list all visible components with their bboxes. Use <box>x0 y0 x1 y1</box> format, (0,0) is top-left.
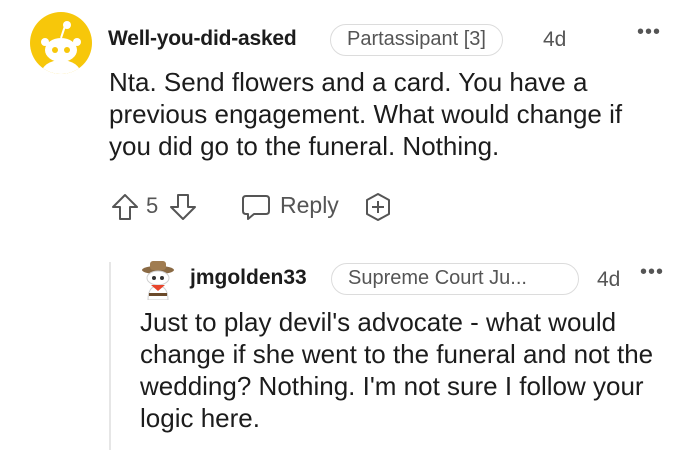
comment-bubble-icon[interactable] <box>240 192 272 222</box>
reply-user-flair: Supreme Court Ju... <box>331 263 579 295</box>
reply-user-avatar[interactable] <box>138 258 178 301</box>
thread-line[interactable] <box>109 262 111 450</box>
vote-count: 5 <box>146 193 159 218</box>
reply-button[interactable]: Reply <box>280 192 339 219</box>
snoo-cowboy-avatar-icon <box>142 261 174 301</box>
snoo-avatar-icon <box>41 21 81 74</box>
upvote-icon[interactable] <box>110 192 140 222</box>
downvote-icon[interactable] <box>168 192 198 222</box>
reply-more-options-icon[interactable]: ••• <box>640 262 664 282</box>
award-plus-icon[interactable] <box>362 191 394 223</box>
comment-body: Nta. Send flowers and a card. You have a… <box>109 67 623 161</box>
comment: Well-you-did-asked Partassipant [3] 4d •… <box>0 0 700 450</box>
user-avatar[interactable] <box>30 12 92 74</box>
user-flair: Partassipant [3] <box>330 24 503 56</box>
reply-timestamp[interactable]: 4d <box>597 268 620 292</box>
reply-body: Just to play devil's advocate - what wou… <box>140 307 654 433</box>
reply-username[interactable]: jmgolden33 <box>190 266 307 290</box>
comment-actions: 5 Reply <box>108 190 428 224</box>
more-options-icon[interactable]: ••• <box>637 22 661 42</box>
comment-timestamp[interactable]: 4d <box>543 28 566 52</box>
comment-username[interactable]: Well-you-did-asked <box>108 27 297 51</box>
